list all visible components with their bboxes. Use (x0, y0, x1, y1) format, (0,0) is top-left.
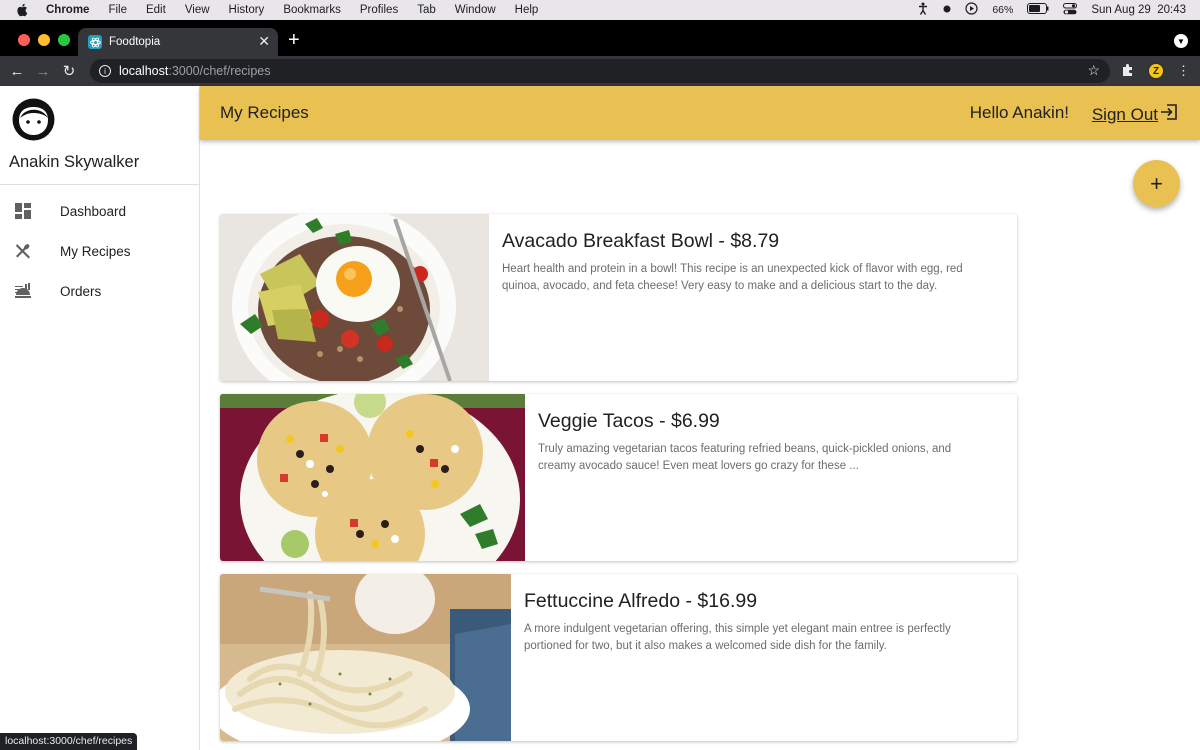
url-path: :3000/chef/recipes (168, 64, 271, 78)
sidebar-item-dashboard[interactable]: Dashboard (0, 191, 199, 231)
dashboard-icon (14, 202, 32, 220)
recipe-image-veggie-tacos (220, 394, 525, 561)
menu-profiles[interactable]: Profiles (360, 4, 398, 16)
browser-tab-strip: Foodtopia ✕ + ▼ (0, 20, 1200, 56)
recipe-card[interactable]: Veggie Tacos - $6.99 Truly amazing veget… (220, 394, 1017, 561)
sidebar-item-my-recipes[interactable]: My Recipes (0, 231, 199, 271)
recipe-image-breakfast-bowl (220, 214, 489, 381)
menu-bookmarks[interactable]: Bookmarks (283, 4, 341, 16)
recipe-card[interactable]: Fettuccine Alfredo - $16.99 A more indul… (220, 574, 1017, 741)
food-service-icon (14, 282, 32, 300)
page-title: My Recipes (220, 103, 309, 122)
play-circle-icon[interactable] (965, 2, 978, 18)
battery-percent: 66% (992, 4, 1014, 16)
user-profile: Anakin Skywalker (0, 86, 199, 185)
close-window-button[interactable] (18, 34, 30, 46)
recipe-description: A more indulgent vegetarian offering, th… (524, 623, 951, 652)
recipe-card[interactable]: Avacado Breakfast Bowl - $8.79 Heart hea… (220, 214, 1017, 381)
user-name: Anakin Skywalker (9, 153, 140, 171)
browser-tab[interactable]: Foodtopia ✕ (78, 28, 278, 56)
app-header: My Recipes Hello Anakin! Sign Out (200, 86, 1200, 140)
menu-history[interactable]: History (229, 4, 265, 16)
menu-file[interactable]: File (108, 4, 127, 16)
browser-toolbar: ← → ↻ i localhost :3000/chef/recipes ☆ Z… (0, 56, 1200, 86)
clock-datetime[interactable]: Sun Aug 29 20:43 (1091, 4, 1186, 16)
chrome-menu-icon[interactable]: ⋮ (1177, 63, 1190, 79)
control-center-icon[interactable] (1063, 2, 1078, 18)
maximize-window-button[interactable] (58, 34, 70, 46)
apple-icon[interactable] (16, 3, 32, 17)
react-favicon-icon (88, 35, 102, 49)
recipe-title: Avacado Breakfast Bowl - $8.79 (502, 230, 780, 252)
back-arrow-icon[interactable]: ← (4, 63, 30, 80)
menu-tab[interactable]: Tab (417, 4, 436, 16)
user-avatar-icon (12, 98, 55, 146)
close-tab-icon[interactable]: ✕ (258, 33, 270, 50)
address-bar[interactable]: i localhost :3000/chef/recipes ☆ (90, 59, 1110, 83)
menu-view[interactable]: View (185, 4, 210, 16)
tab-title: Foodtopia (109, 36, 161, 48)
record-icon[interactable] (943, 4, 951, 16)
forward-arrow-icon[interactable]: → (30, 63, 56, 80)
new-tab-icon[interactable]: + (288, 30, 300, 50)
recipe-title: Fettuccine Alfredo - $16.99 (524, 590, 758, 612)
sign-out-label: Sign Out (1091, 104, 1158, 124)
profile-avatar[interactable]: Z (1147, 62, 1165, 80)
recipe-title: Veggie Tacos - $6.99 (538, 410, 720, 432)
plus-icon: + (1150, 170, 1163, 196)
add-recipe-button[interactable]: + (1133, 160, 1180, 207)
sidebar-item-label: Dashboard (60, 203, 127, 219)
extensions-puzzle-icon[interactable] (1121, 63, 1135, 80)
accessibility-icon[interactable] (917, 2, 929, 18)
bookmark-star-icon[interactable]: ☆ (1087, 62, 1100, 79)
logout-icon (1158, 103, 1178, 126)
recipe-description: Heart health and protein in a bowl! This… (502, 263, 963, 292)
recipe-image-fettuccine-alfredo (220, 574, 511, 741)
battery-icon[interactable] (1027, 3, 1049, 17)
tab-search-icon[interactable]: ▼ (1174, 34, 1188, 48)
sidebar-item-label: My Recipes (60, 243, 131, 259)
sign-out-button[interactable]: Sign Out (1092, 103, 1178, 126)
utensils-icon (14, 242, 32, 260)
menu-window[interactable]: Window (455, 4, 496, 16)
menu-help[interactable]: Help (515, 4, 539, 16)
status-url-preview: localhost:3000/chef/recipes (0, 733, 138, 750)
greeting-text: Hello Anakin! (969, 103, 1069, 122)
window-controls (18, 34, 70, 46)
sidebar: Anakin Skywalker Dashboard My Recipes Or… (0, 86, 200, 750)
recipe-description: Truly amazing vegetarian tacos featuring… (538, 443, 952, 472)
minimize-window-button[interactable] (38, 34, 50, 46)
url-host: localhost (119, 64, 169, 78)
macos-menu-bar: Chrome File Edit View History Bookmarks … (0, 0, 1200, 20)
sidebar-item-label: Orders (60, 283, 102, 299)
menu-app-name[interactable]: Chrome (46, 4, 89, 16)
site-info-icon[interactable]: i (99, 65, 111, 77)
reload-icon[interactable]: ↻ (56, 62, 82, 80)
menu-edit[interactable]: Edit (146, 4, 166, 16)
sidebar-item-orders[interactable]: Orders (0, 271, 199, 311)
